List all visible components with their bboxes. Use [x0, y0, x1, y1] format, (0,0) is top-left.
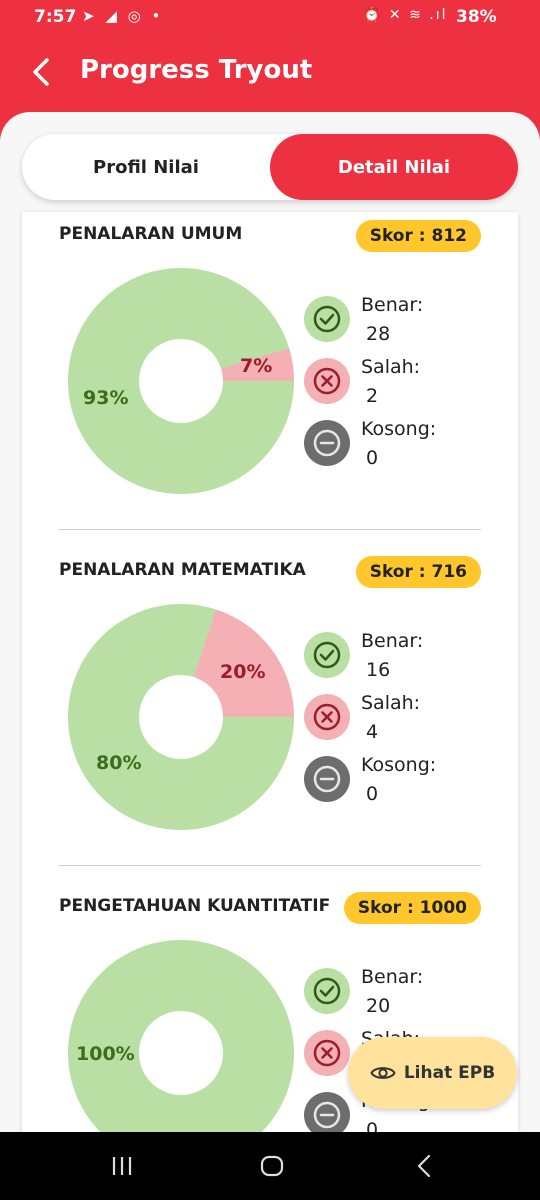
recents-icon [112, 1157, 132, 1175]
subject-section: PENALARAN UMUM Skor : 812 93% 7% Benar: … [22, 212, 518, 548]
score-detail-card: PENALARAN UMUM Skor : 812 93% 7% Benar: … [22, 212, 518, 1132]
correct-label: Benar: [361, 630, 424, 652]
notification-icons: ➤ ◢ ◎ • [82, 7, 164, 25]
empty-indicator [304, 756, 350, 802]
subject-title: PENALARAN UMUM [59, 224, 243, 244]
home-button[interactable] [252, 1150, 292, 1182]
x-circle-icon [313, 703, 341, 731]
correct-indicator [304, 632, 350, 678]
back-button[interactable] [24, 52, 58, 92]
correct-label: Benar: [361, 294, 424, 316]
empty-count: 0 [366, 1119, 379, 1132]
x-circle-icon [313, 1039, 341, 1067]
recents-button[interactable] [102, 1150, 142, 1182]
tab-bar: Profil Nilai Detail Nilai [22, 134, 518, 200]
tab-profil-nilai[interactable]: Profil Nilai [22, 134, 270, 200]
correct-count: 16 [366, 659, 391, 681]
wrong-percentage: 20% [220, 661, 265, 683]
empty-label: Kosong: [361, 418, 437, 440]
check-circle-icon [313, 641, 341, 669]
correct-label: Benar: [361, 966, 424, 988]
wrong-percentage: 7% [240, 355, 272, 377]
system-status-icons: ⏰ ✕ ≋ .ıl [363, 7, 448, 23]
donut-chart: 100% [68, 940, 294, 1132]
correct-indicator [304, 296, 350, 342]
correct-indicator [304, 968, 350, 1014]
fab-label: Lihat EPB [403, 1063, 496, 1083]
minus-circle-icon [313, 1101, 341, 1129]
back-icon [417, 1154, 431, 1178]
subject-title: PENGETAHUAN KUANTITATIF [59, 896, 331, 916]
check-circle-icon [313, 305, 341, 333]
subject-section: PENALARAN MATEMATIKA Skor : 716 80% 20% … [22, 548, 518, 884]
correct-count: 28 [366, 323, 391, 345]
donut-chart: 80% 20% [68, 604, 294, 830]
check-circle-icon [313, 977, 341, 1005]
score-badge: Skor : 1000 [343, 892, 481, 924]
status-bar: 7:57 ➤ ◢ ◎ • ⏰ ✕ ≋ .ıl 38% [0, 0, 540, 36]
section-divider [59, 865, 481, 866]
chevron-left-icon [33, 58, 49, 86]
score-badge: Skor : 716 [355, 556, 481, 588]
empty-count: 0 [366, 783, 379, 805]
wrong-label: Salah: [361, 692, 421, 714]
wrong-indicator [304, 694, 350, 740]
donut-hole [139, 1011, 223, 1095]
empty-indicator [304, 1092, 350, 1132]
score-badge: Skor : 812 [355, 220, 481, 252]
donut-chart: 93% 7% [68, 268, 294, 494]
status-time: 7:57 [34, 7, 77, 27]
correct-percentage: 80% [96, 752, 141, 774]
donut-hole [139, 675, 223, 759]
empty-count: 0 [366, 447, 379, 469]
wrong-indicator [304, 1030, 350, 1076]
x-circle-icon [313, 367, 341, 395]
content-panel: Profil Nilai Detail Nilai PENALARAN UMUM… [0, 112, 540, 1132]
section-divider [59, 529, 481, 530]
correct-percentage: 100% [76, 1043, 135, 1065]
minus-circle-icon [313, 765, 341, 793]
lihat-epb-button[interactable]: Lihat EPB [348, 1037, 517, 1109]
nav-back-button[interactable] [404, 1150, 444, 1182]
home-icon [260, 1155, 284, 1177]
wrong-count: 2 [366, 385, 379, 407]
wrong-indicator [304, 358, 350, 404]
battery-level: 38% [456, 7, 497, 27]
minus-circle-icon [313, 429, 341, 457]
subject-title: PENALARAN MATEMATIKA [59, 560, 306, 580]
page-title: Progress Tryout [80, 55, 313, 85]
wrong-count: 4 [366, 721, 379, 743]
empty-label: Kosong: [361, 754, 437, 776]
empty-indicator [304, 420, 350, 466]
app-bar: Progress Tryout [0, 36, 540, 112]
donut-hole [139, 339, 223, 423]
wrong-label: Salah: [361, 356, 421, 378]
correct-percentage: 93% [83, 387, 128, 409]
system-nav-bar [0, 1132, 540, 1200]
correct-count: 20 [366, 995, 391, 1017]
eye-icon [370, 1067, 396, 1079]
tab-detail-nilai[interactable]: Detail Nilai [270, 134, 518, 200]
